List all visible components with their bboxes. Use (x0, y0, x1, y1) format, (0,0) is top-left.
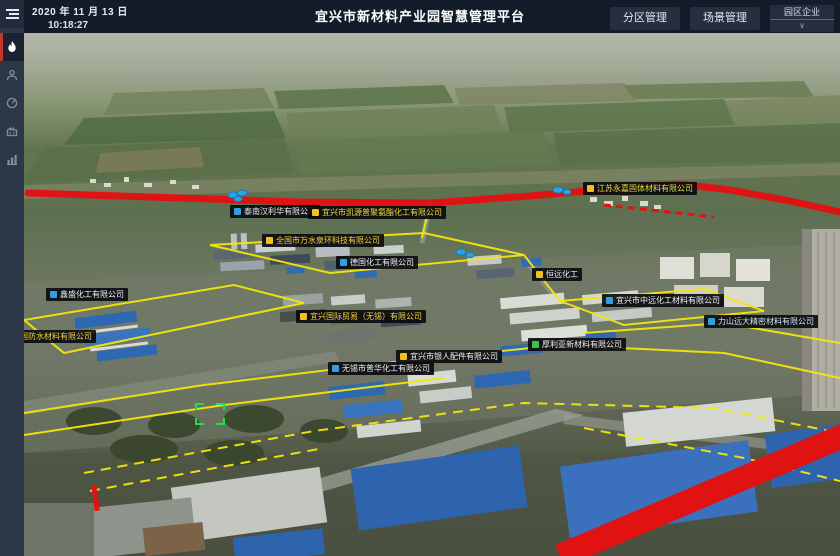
company-label-text: 恒远化工 (546, 268, 578, 281)
map-company-label[interactable]: 鑫盛化工有限公司 (46, 288, 128, 301)
company-marker-icon (587, 185, 594, 192)
company-label-text: 鑫盛化工有限公司 (60, 288, 124, 301)
map-company-label[interactable]: 恒远化工 (532, 268, 582, 281)
map-company-label[interactable]: 无锡市普华化工有限公司 (328, 362, 434, 375)
map-company-label[interactable]: 泰南汉利华有限公司 (230, 205, 320, 218)
company-marker-icon (400, 353, 407, 360)
company-label-text: 厚利亚新材料有限公司 (542, 338, 622, 351)
company-label-text: 江苏永嘉固体材料有限公司 (597, 182, 693, 195)
sidebar (0, 0, 24, 556)
company-marker-icon (50, 291, 57, 298)
dropdown-label: 园区企业 (770, 5, 834, 20)
company-label-text: 兴市兴国防水材料有限公司 (24, 330, 92, 343)
park-enterprises-dropdown[interactable]: 园区企业 ∨ (770, 5, 834, 32)
company-marker-icon (532, 341, 539, 348)
map-labels-layer: 泰南汉利华有限公司 宜兴市凯源普聚氨酯化工有限公司 全国市万水泉环科技有限公司 … (24, 33, 840, 556)
scene-management-button[interactable]: 场景管理 (690, 7, 760, 30)
company-label-text: 泰南汉利华有限公司 (244, 205, 316, 218)
top-bar: 2020 年 11 月 13 日 10:18:27 宜兴市新材料产业园智慧管理平… (0, 0, 840, 33)
company-label-text: 无锡市普华化工有限公司 (342, 362, 430, 375)
company-label-text: 全国市万水泉环科技有限公司 (276, 234, 380, 247)
smart-park-platform: 泰南汉利华有限公司 宜兴市凯源普聚氨酯化工有限公司 全国市万水泉环科技有限公司 … (0, 0, 840, 556)
company-marker-icon (234, 208, 241, 215)
user-icon[interactable] (0, 61, 24, 89)
menu-icon[interactable] (0, 0, 24, 28)
chevron-down-icon: ∨ (770, 20, 834, 32)
flame-icon[interactable] (0, 33, 24, 61)
company-marker-icon (536, 271, 543, 278)
factory-icon[interactable] (0, 117, 24, 145)
company-marker-icon (266, 237, 273, 244)
company-marker-icon (340, 259, 347, 266)
company-marker-icon (300, 313, 307, 320)
map-company-label[interactable]: 江苏永嘉固体材料有限公司 (583, 182, 697, 195)
map-company-label[interactable]: 兴市兴国防水材料有限公司 (24, 330, 96, 343)
company-label-text: 力山远大精密材料有限公司 (718, 315, 814, 328)
company-label-text: 宜兴市中远化工材料有限公司 (616, 294, 720, 307)
gauge-icon[interactable] (0, 89, 24, 117)
company-marker-icon (708, 318, 715, 325)
company-marker-icon (312, 209, 319, 216)
map-company-label[interactable]: 宜兴国际贸易（无锡）有限公司 (296, 310, 426, 323)
map-company-label[interactable]: 全国市万水泉环科技有限公司 (262, 234, 384, 247)
map-company-label[interactable]: 宜兴市中远化工材料有限公司 (602, 294, 724, 307)
company-marker-icon (332, 365, 339, 372)
map-3d-view[interactable]: 泰南汉利华有限公司 宜兴市凯源普聚氨酯化工有限公司 全国市万水泉环科技有限公司 … (24, 33, 840, 556)
topbar-actions: 分区管理 场景管理 园区企业 ∨ (610, 5, 834, 32)
map-company-label[interactable]: 厚利亚新材料有限公司 (528, 338, 626, 351)
company-label-text: 宜兴国际贸易（无锡）有限公司 (310, 310, 422, 323)
zone-management-button[interactable]: 分区管理 (610, 7, 680, 30)
map-company-label[interactable]: 宜兴市凯源普聚氨酯化工有限公司 (308, 206, 446, 219)
company-marker-icon (606, 297, 613, 304)
company-label-text: 宜兴市凯源普聚氨酯化工有限公司 (322, 206, 442, 219)
bar-chart-icon[interactable] (0, 145, 24, 173)
map-company-label[interactable]: 德国化工有限公司 (336, 256, 418, 269)
company-label-text: 德国化工有限公司 (350, 256, 414, 269)
map-company-label[interactable]: 力山远大精密材料有限公司 (704, 315, 818, 328)
